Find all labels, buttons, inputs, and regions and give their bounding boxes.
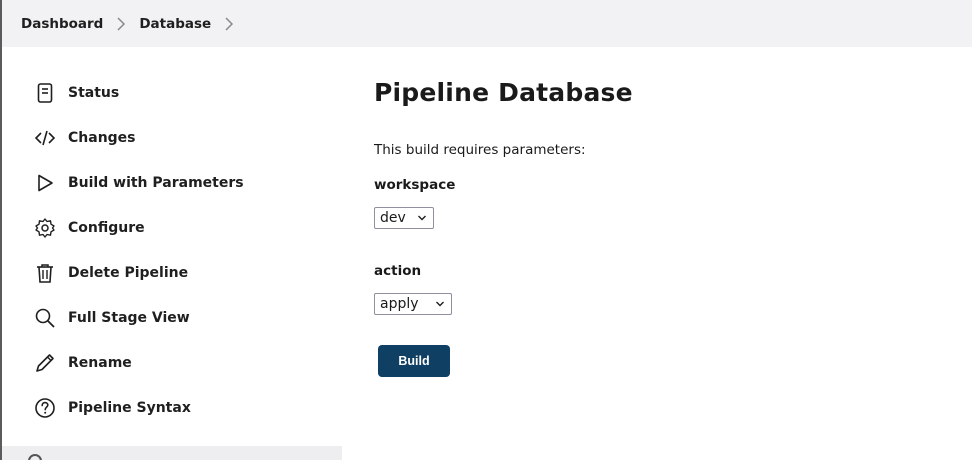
document-icon <box>34 82 56 104</box>
breadcrumb-database[interactable]: Database <box>139 16 211 32</box>
action-select[interactable]: apply <box>374 293 452 315</box>
search-icon <box>28 454 42 460</box>
sidebar-item-label: Delete Pipeline <box>68 265 189 281</box>
chevron-down-icon <box>418 215 426 221</box>
sidebar-item-label-cropped <box>58 456 298 460</box>
sidebar-item-changes[interactable]: Changes <box>34 123 136 153</box>
workspace-select[interactable]: dev <box>374 207 434 229</box>
chevron-right-icon[interactable] <box>211 16 247 31</box>
breadcrumb: Dashboard Database <box>2 0 972 47</box>
gear-icon <box>34 217 56 239</box>
help-circle-icon <box>34 397 56 419</box>
param-label-workspace: workspace <box>374 177 456 193</box>
sidebar-item-status[interactable]: Status <box>34 78 119 108</box>
sidebar-item-full-stage-view[interactable]: Full Stage View <box>34 303 190 333</box>
sidebar-item-pipeline-syntax[interactable]: Pipeline Syntax <box>34 393 191 423</box>
sidebar-item-label: Rename <box>68 355 132 371</box>
pencil-icon <box>34 352 56 374</box>
sidebar-item-label: Build with Parameters <box>68 175 244 191</box>
chevron-right-icon <box>103 16 139 31</box>
sidebar-item-label: Configure <box>68 220 145 236</box>
code-icon <box>34 127 56 149</box>
sidebar-item-label: Pipeline Syntax <box>68 400 191 416</box>
sidebar: Status Changes Build with Parameters Con… <box>2 47 342 460</box>
sidebar-item-build-with-parameters[interactable]: Build with Parameters <box>34 168 244 198</box>
sidebar-item-label: Status <box>68 85 120 101</box>
breadcrumb-dashboard[interactable]: Dashboard <box>21 16 103 32</box>
trash-icon <box>34 262 56 284</box>
sidebar-item-partially-visible[interactable] <box>2 446 342 460</box>
page-title: Pipeline Database <box>374 78 633 107</box>
sidebar-item-label: Full Stage View <box>68 310 190 326</box>
sidebar-item-configure[interactable]: Configure <box>34 213 145 243</box>
sidebar-item-label: Changes <box>68 130 136 146</box>
param-label-action: action <box>374 263 422 279</box>
sidebar-item-rename[interactable]: Rename <box>34 348 132 378</box>
parameters-intro: This build requires parameters: <box>374 142 586 158</box>
search-icon <box>34 307 56 329</box>
chevron-down-icon <box>436 301 444 307</box>
action-selected-value: apply <box>380 296 419 312</box>
play-icon <box>34 172 56 194</box>
workspace-selected-value: dev <box>380 210 406 226</box>
build-button[interactable]: Build <box>378 345 450 377</box>
sidebar-item-delete-pipeline[interactable]: Delete Pipeline <box>34 258 188 288</box>
